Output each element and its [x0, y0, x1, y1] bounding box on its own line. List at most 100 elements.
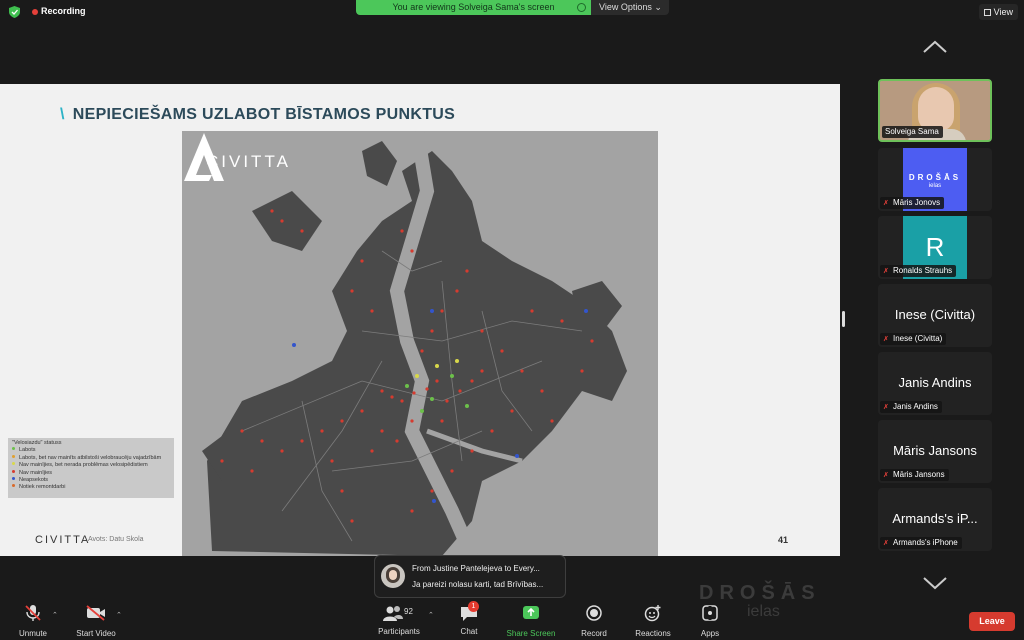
participant-name-text: Janis Andins	[893, 402, 938, 411]
panel-resize-handle[interactable]	[842, 311, 845, 327]
participant-name-text: Māris Jansons	[893, 470, 945, 479]
legend-dot-icon	[12, 462, 15, 466]
legend-title: "Velosiazdu" statuss	[12, 440, 62, 446]
video-tile[interactable]: Inese (Civitta) ✗ Inese (Civitta)	[878, 284, 992, 347]
video-tile[interactable]: DROŠĀS ielas ✗ Māris Jonovs	[878, 148, 992, 211]
shield-icon[interactable]	[9, 6, 20, 18]
participant-name: ✗ Ronalds Strauhs	[880, 265, 957, 277]
legend-item: Nav mainījies, bet nerada problēmas velo…	[12, 462, 170, 469]
zoom-meeting-window: Recording You are viewing Solveiga Sama'…	[0, 0, 1024, 640]
video-tile[interactable]: Armands's iP... ✗ Armands's iPhone	[878, 488, 992, 551]
chat-notification-message: Ja pareizi nolasu karti, tad Brīvības...	[412, 580, 544, 589]
smiley-plus-icon	[644, 605, 661, 622]
legend-item: Labots, bet nav mainīts atbilstoši velob…	[12, 454, 170, 462]
participant-name: ✗ Janis Andins	[880, 401, 942, 413]
map-legend: "Velosiazdu" statuss Labots Labots, bet …	[8, 438, 174, 498]
apps-label: Apps	[700, 629, 720, 638]
leave-button[interactable]: Leave	[969, 612, 1015, 631]
chat-notification-sender: From Justine Pantelejeva to Every...	[412, 564, 540, 573]
view-options-button[interactable]: View Options ⌄	[591, 0, 669, 15]
chat-unread-badge: 1	[468, 601, 479, 612]
participant-display-name: Armands's iP...	[892, 511, 978, 526]
viewing-banner: You are viewing Solveiga Sama's screen	[356, 0, 591, 15]
participant-display-name: Janis Andins	[898, 375, 972, 390]
unmute-label: Unmute	[18, 629, 47, 638]
chevron-up-icon[interactable]: ⌃	[116, 611, 122, 619]
participant-display-name: Māris Jansons	[893, 443, 977, 458]
legend-item-label: Labots	[19, 447, 36, 454]
participant-name: ✗ Armands's iPhone	[880, 537, 962, 549]
start-video-button[interactable]: Start Video	[70, 604, 122, 638]
legend-item: Neapsekots	[12, 477, 170, 484]
record-icon	[586, 605, 602, 621]
legend-item-label: Notiek remontdarbi	[19, 484, 66, 491]
mic-muted-icon: ✗	[883, 268, 889, 275]
participants-label: Participants	[378, 627, 420, 636]
reactions-label: Reactions	[635, 629, 671, 638]
page-number: 41	[778, 535, 789, 545]
view-options-label: View Options	[599, 2, 652, 12]
video-tile[interactable]: Janis Andins ✗ Janis Andins	[878, 352, 992, 415]
mic-muted-icon: ✗	[883, 336, 889, 343]
chat-label: Chat	[460, 627, 478, 636]
video-camera-off-icon	[86, 605, 105, 621]
apps-icon	[702, 605, 718, 621]
viewing-banner-text: You are viewing Solveiga Sama's screen	[392, 2, 555, 12]
legend-item: Labots	[12, 447, 170, 454]
participant-name: ✗ Māris Jonovs	[880, 197, 945, 209]
microphone-muted-icon	[25, 605, 41, 621]
chevron-up-icon[interactable]	[922, 40, 948, 54]
share-screen-label: Share Screen	[506, 629, 556, 638]
chevron-up-icon[interactable]: ⌃	[52, 611, 58, 619]
view-button-label: View	[993, 7, 1013, 17]
video-tile[interactable]: R ✗ Ronalds Strauhs	[878, 216, 992, 279]
footer-source: Avots: Datu Skola	[88, 536, 144, 543]
chevron-down-icon[interactable]	[922, 576, 948, 590]
chat-button[interactable]: 1 Chat	[452, 601, 486, 636]
participant-face	[918, 87, 954, 131]
participant-name-text: Māris Jonovs	[893, 198, 941, 207]
avatar-logo-subtext: ielas	[928, 183, 942, 189]
legend-dot-icon	[12, 477, 15, 481]
participants-icon: 92	[379, 604, 419, 622]
title-slash-icon: \	[60, 106, 65, 123]
reactions-button[interactable]: Reactions	[630, 604, 676, 638]
legend-dot-icon	[12, 447, 15, 451]
participant-name-text: Ronalds Strauhs	[893, 266, 953, 275]
share-screen-button[interactable]: Share Screen	[500, 604, 562, 638]
legend-dot-icon	[12, 469, 15, 473]
participant-name: ✗ Māris Jansons	[880, 469, 949, 481]
participants-button[interactable]: 92 Participants	[372, 604, 426, 636]
mic-muted-icon: ✗	[883, 540, 889, 547]
video-tile[interactable]: Māris Jansons ✗ Māris Jansons	[878, 420, 992, 483]
record-button[interactable]: Record	[576, 604, 612, 638]
legend-item: Notiek remontdarbi	[12, 484, 170, 491]
chat-notification[interactable]: From Justine Pantelejeva to Every... Ja …	[374, 555, 566, 598]
chat-icon: 1	[459, 601, 479, 622]
start-video-label: Start Video	[76, 629, 116, 638]
chevron-down-icon: ⌄	[654, 2, 662, 12]
stop-viewing-icon[interactable]	[577, 3, 586, 12]
mic-muted-icon: ✗	[883, 200, 889, 207]
chevron-up-icon[interactable]: ⌃	[428, 611, 434, 619]
mic-muted-icon: ✗	[883, 404, 889, 411]
share-screen-icon	[523, 606, 539, 619]
legend-item-label: Nav mainījies, bet nerada problēmas velo…	[19, 462, 148, 469]
recording-dot-icon	[32, 9, 38, 15]
slide-title: \ NEPIECIEŠAMS UZLABOT BĪSTAMOS PUNKTUS	[60, 106, 455, 124]
participant-name-text: Solveiga Sama	[885, 127, 939, 136]
legend-item-label: Labots, bet nav mainīts atbilstoši velob…	[19, 454, 162, 461]
participant-name: ✗ Inese (Civitta)	[880, 333, 947, 345]
participant-display-name: Inese (Civitta)	[894, 307, 976, 322]
shared-screen-slide: \ NEPIECIEŠAMS UZLABOT BĪSTAMOS PUNKTUS	[0, 84, 840, 556]
participant-name-text: Armands's iPhone	[893, 538, 958, 547]
view-button[interactable]: View	[978, 4, 1018, 20]
apps-button[interactable]: Apps	[694, 604, 726, 638]
video-tile-self[interactable]: Solveiga Sama	[878, 79, 992, 142]
unmute-button[interactable]: Unmute	[12, 604, 54, 638]
legend-item-label: Nav mainījies	[19, 469, 53, 476]
slide-title-text: NEPIECIEŠAMS UZLABOT BĪSTAMOS PUNKTUS	[72, 106, 456, 123]
mic-muted-icon: ✗	[883, 472, 889, 479]
legend-dot-icon	[12, 484, 15, 488]
record-label: Record	[581, 629, 607, 638]
